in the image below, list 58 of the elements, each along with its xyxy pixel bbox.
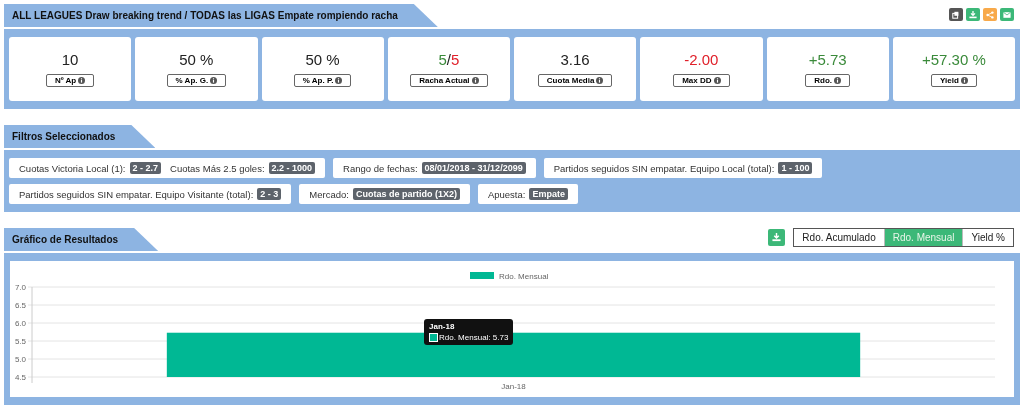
copy-icon (952, 10, 960, 19)
filter-value: 1 - 100 (778, 162, 813, 174)
stat-label: Max DD (673, 74, 730, 87)
mail-icon (1003, 10, 1011, 19)
stat-label: Nº Ap (45, 74, 95, 87)
axis-tick-label: 6.0 (14, 319, 26, 328)
filter-label: Cuotas Más 2.5 goles: (170, 162, 265, 174)
chart-bar[interactable] (166, 332, 861, 377)
download-icon (969, 10, 977, 19)
stat-value: 5/5 (438, 51, 460, 68)
axis-tick-label: 5.5 (14, 337, 26, 346)
axis-tick-label: 4.5 (14, 373, 26, 382)
section-title: Gráfico de Resultados (4, 228, 159, 251)
filter-value: 2 - 2.7 (129, 162, 161, 174)
axis-tick-label: 5.0 (14, 355, 26, 364)
filter-label: Apuesta: (487, 188, 526, 200)
info-icon[interactable] (960, 77, 968, 84)
legend-label: Rdo. Mensual (499, 272, 549, 281)
axis-tick-label: 7.0 (14, 283, 26, 292)
share-icon (986, 10, 994, 19)
axis-tick-label: Jan-18 (501, 382, 526, 391)
info-icon[interactable] (210, 77, 218, 84)
info-icon[interactable] (713, 77, 721, 84)
stat-value: +5.73 (808, 51, 847, 68)
copy-button[interactable] (949, 8, 963, 21)
filter-value: 2 - 3 (257, 188, 282, 200)
filter-label: Rango de fechas: (343, 162, 418, 174)
stat-label: % Ap. G. (166, 74, 227, 87)
info-icon[interactable] (596, 77, 604, 84)
stat-label: % Ap. P. (293, 74, 352, 87)
filter-label: Partidos seguidos SIN empatar. Equipo Visitante (total): (19, 188, 254, 200)
axis-tick-label: 6.5 (14, 301, 26, 310)
filter-label: Mercado: (309, 188, 349, 200)
stat-value: 3.16 (560, 51, 590, 68)
section-title: ALL LEAGUES Draw breaking trend / TODAS las LIGAS Empate rompiendo racha (4, 4, 438, 27)
filter-label: Partidos seguidos SIN empatar. Equipo Local (total): (553, 162, 775, 174)
stat-value: 50 % (179, 51, 214, 68)
filter-value: Empate (529, 188, 568, 200)
tooltip-label: Rdo. Mensual: 5.73 (439, 333, 509, 342)
filter-label: Cuotas Victoria Local (1): (19, 162, 126, 174)
filter-value: Cuotas de partido (1X2) (352, 188, 460, 200)
stat-value: +57.30 % (921, 51, 986, 68)
stat-value: -2.00 (684, 51, 719, 68)
stat-label: Racha Actual (410, 74, 488, 87)
section-title: Filtros Seleccionados (4, 125, 156, 148)
stat-label: Rdo. (805, 74, 850, 87)
filter-value: 08/01/2018 - 31/12/2099 (421, 162, 526, 174)
stat-value: 10 (61, 51, 79, 68)
stat-label: Cuota Media (537, 74, 613, 87)
stat-label: Yield (930, 74, 977, 87)
download-icon (772, 233, 782, 242)
info-icon[interactable] (471, 77, 479, 84)
filter-value: 2.2 - 1000 (268, 162, 316, 174)
info-icon[interactable] (834, 77, 841, 84)
stat-value: 50 % (305, 51, 340, 68)
info-icon[interactable] (78, 77, 86, 84)
tooltip-title: Jan-18 (429, 322, 456, 331)
info-icon[interactable] (335, 77, 343, 84)
